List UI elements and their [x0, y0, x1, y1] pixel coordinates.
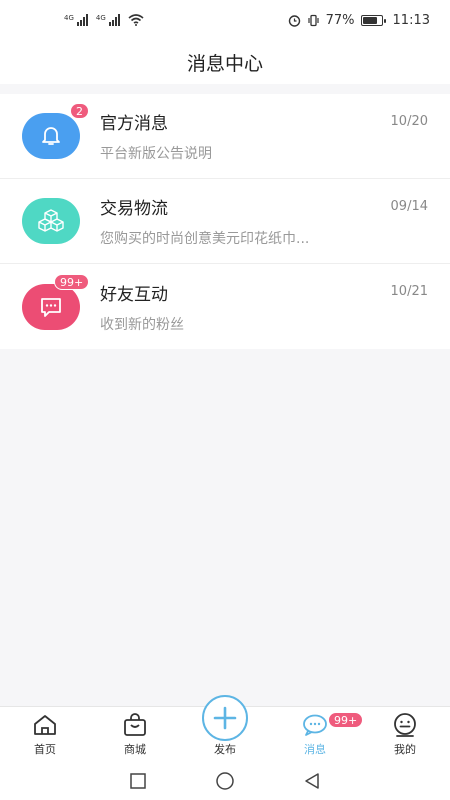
message-date: 10/21	[390, 284, 428, 299]
plus-icon	[213, 706, 237, 730]
message-date: 09/14	[390, 199, 428, 214]
status-bar: 4G 4G 77% 11:13	[0, 0, 450, 40]
tab-label: 消息	[304, 743, 326, 756]
unread-badge: 99+	[54, 273, 90, 290]
logistics-avatar	[22, 198, 80, 244]
message-item-official[interactable]: 2 官方消息 平台新版公告说明 10/20	[0, 94, 450, 179]
vibrate-icon	[308, 14, 319, 26]
message-title: 交易物流	[100, 199, 168, 219]
chat-bubble-icon	[41, 297, 61, 317]
network-type: 4G	[95, 14, 106, 22]
message-bubble-icon	[303, 714, 327, 736]
tab-mine[interactable]: 我的	[360, 707, 450, 763]
page-header: 消息中心	[0, 40, 450, 84]
cell-signal-icon: 4G	[96, 14, 120, 26]
tab-label: 首页	[34, 743, 56, 756]
home-circle-icon[interactable]	[215, 771, 235, 791]
message-date: 10/20	[390, 114, 428, 129]
tab-home[interactable]: 首页	[0, 707, 90, 763]
network-type: 4G	[64, 14, 74, 22]
message-preview: 收到新的粉丝	[100, 316, 184, 333]
tab-mall[interactable]: 商城	[90, 707, 180, 763]
recent-apps-icon[interactable]	[129, 772, 147, 790]
battery-percent: 77%	[325, 12, 355, 28]
battery-icon	[360, 14, 386, 26]
cell-signal-icon: 4G	[64, 14, 88, 26]
message-title: 好友互动	[100, 284, 168, 305]
message-preview: 您购买的时尚创意美元印花纸巾...	[100, 231, 310, 247]
message-list: 2 官方消息 平台新版公告说明 10/20 交易物流 您购买的时尚创意美元印花纸…	[0, 94, 450, 349]
clock: 11:13	[392, 12, 430, 28]
tab-label: 商城	[124, 743, 146, 756]
alarm-icon	[288, 14, 300, 27]
boxes-icon	[38, 209, 64, 232]
smiley-icon	[394, 713, 416, 737]
system-nav-bar	[0, 762, 450, 800]
home-icon	[34, 715, 56, 735]
message-item-friends[interactable]: 99+ 好友互动 收到新的粉丝 10/21	[0, 264, 450, 349]
back-triangle-icon[interactable]	[303, 772, 321, 790]
page-title: 消息中心	[186, 52, 263, 75]
shopping-bag-icon	[124, 713, 146, 736]
message-preview: 平台新版公告说明	[100, 146, 212, 162]
unread-badge: 2	[70, 103, 89, 119]
tab-label: 我的	[394, 743, 416, 756]
official-avatar: 2	[22, 103, 89, 159]
messages-tab-badge: 99+	[328, 712, 364, 728]
tab-label: 发布	[214, 743, 236, 756]
message-item-logistics[interactable]: 交易物流 您购买的时尚创意美元印花纸巾... 09/14	[0, 179, 450, 264]
friends-avatar: 99+	[22, 273, 90, 330]
publish-button[interactable]	[202, 695, 248, 741]
message-title: 官方消息	[100, 114, 168, 134]
bell-icon	[42, 127, 60, 145]
wifi-icon	[128, 14, 144, 26]
